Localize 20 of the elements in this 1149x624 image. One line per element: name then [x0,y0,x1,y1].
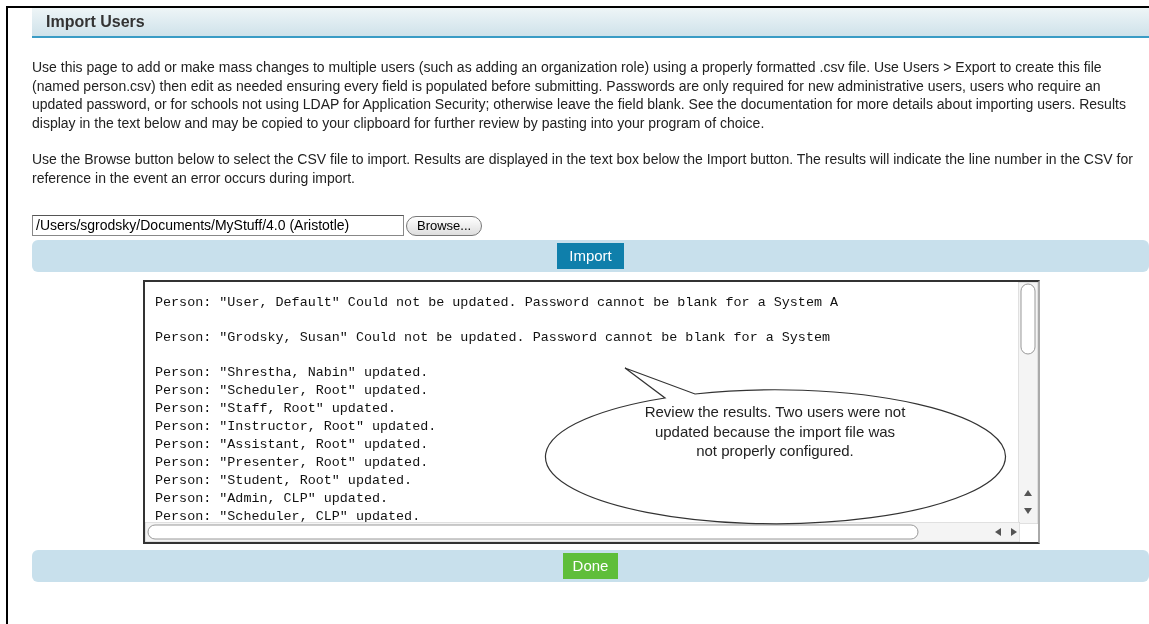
result-line: Person: "Scheduler, CLP" updated. [155,508,421,526]
error-result-line: Person: "Grodsky, Susan" Could not be updated. Password cannot be blank for a System [155,329,830,347]
callout-text: Review the results. Two users were not updated because the import file was not properly configured. [644,402,906,461]
page-header: Import Users [32,8,1149,38]
result-line: Person: "Student, Root" updated. [155,472,413,490]
result-line: Person: "Shrestha, Nabin" updated. [155,364,429,382]
result-line: Person: "Admin, CLP" updated. [155,490,389,508]
vertical-scrollbar[interactable] [1018,282,1038,524]
error-result-line: Person: "User, Default" Could not be updated. Password cannot be blank for a System A [155,294,839,312]
instructions-text: Use this page to add or make mass changes to multiple users (such as adding an organization role) using a properly formatted .csv file. Use Users > Export to create this file (named person.csv) then edit as needed ensuring every field is populated before submitting. Passwords are only required for new administrative users, users who require an updated password, or for schools not using LDAP for Application Security; otherwise leave the field blank. See the documentation for more details about importing users. Results display in the text below and may be copied to your clipboard for further review by pasting into your program of choice. [32,58,1127,132]
result-line: Person: "Assistant, Root" updated. [155,436,429,454]
result-line: Person: "Scheduler, Root" updated. [155,382,429,400]
result-line: Person: "Instructor, Root" updated. [155,418,437,436]
result-line: Person: "Presenter, Root" updated. [155,454,429,472]
horizontal-scrollbar[interactable] [145,522,1020,542]
browse-button[interactable]: Browse... [406,215,483,236]
import-button[interactable]: Import [557,243,624,269]
file-path-field[interactable]: /Users/sgrodsky/Documents/MyStuff/4.0 (Aristotle) [32,215,404,236]
result-line: Person: "Staff, Root" updated. [155,400,397,418]
instructions-text: Use the Browse button below to select the CSV file to import. Results are displayed in the text box below the Import button. The results will indicate the line number in the CSV for reference in the event an error occurs during import. [32,150,1134,187]
